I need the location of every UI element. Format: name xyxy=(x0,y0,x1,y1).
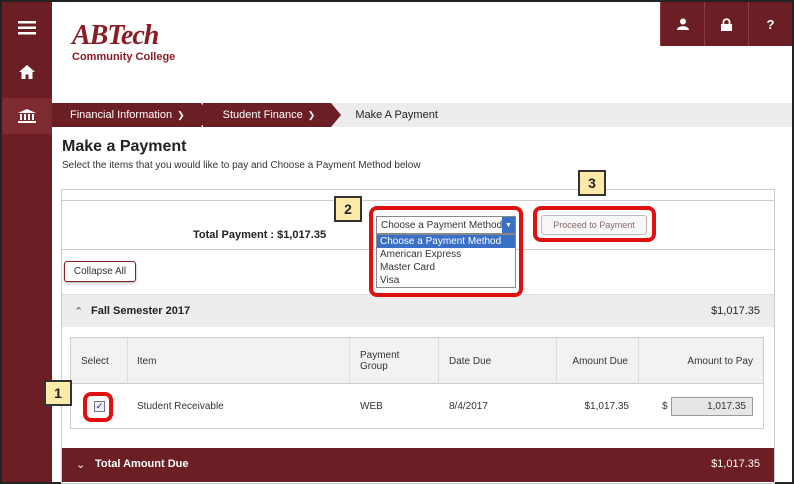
hamburger-menu-icon[interactable] xyxy=(2,10,52,46)
user-icon[interactable] xyxy=(660,2,704,46)
column-header-select: Select xyxy=(71,338,128,384)
column-header-amount-due: Amount Due xyxy=(557,338,639,384)
semester-title: Fall Semester 2017 xyxy=(91,305,191,317)
payment-table: Select Item Payment Group Date Due Amoun… xyxy=(70,337,764,429)
bank-icon[interactable] xyxy=(2,98,52,134)
cell-item: Student Receivable xyxy=(137,400,224,412)
highlight-ring-proceed xyxy=(533,206,656,242)
callout-step-2: 2 xyxy=(334,196,362,222)
total-amount-due-label: Total Amount Due xyxy=(95,458,189,470)
chevron-down-icon: ❯ xyxy=(177,109,185,120)
sidebar xyxy=(2,2,52,482)
top-icon-bar: ? xyxy=(660,2,792,46)
chevron-down-icon: ⌄ xyxy=(76,459,86,471)
page-subtitle: Select the items that you would like to … xyxy=(62,160,421,171)
header: ABTech Community College ? xyxy=(52,2,792,100)
college-logo[interactable]: ABTech Community College xyxy=(72,20,176,64)
breadcrumb-current: Make A Payment xyxy=(355,109,438,121)
chevron-down-icon: ❯ xyxy=(307,109,316,120)
total-amount-due-bar[interactable]: ⌄ Total Amount Due $1,017.35 xyxy=(62,448,774,482)
breadcrumb-financial-information[interactable]: Financial Information ❯ xyxy=(52,103,211,127)
total-payment-label: Total Payment : $1,017.35 xyxy=(193,229,327,241)
breadcrumb: Financial Information ❯ Student Finance … xyxy=(52,103,792,127)
lock-icon[interactable] xyxy=(704,2,748,46)
currency-symbol: $ xyxy=(662,401,668,412)
highlight-ring-checkbox xyxy=(83,392,113,422)
home-icon[interactable] xyxy=(2,54,52,90)
semester-header[interactable]: ⌃ Fall Semester 2017 $1,017.35 xyxy=(62,294,774,327)
callout-step-1: 1 xyxy=(44,380,72,406)
help-glyph: ? xyxy=(766,16,775,32)
breadcrumb-student-finance[interactable]: Student Finance ❯ xyxy=(202,103,341,127)
breadcrumb-label: Financial Information xyxy=(70,109,173,121)
column-header-payment-group: Payment Group xyxy=(350,338,439,384)
logo-sub-text: Community College xyxy=(72,51,176,63)
amount-to-pay-input[interactable]: 1,017.35 xyxy=(671,397,753,416)
table-header: Select Item Payment Group Date Due Amoun… xyxy=(71,338,763,384)
column-header-amount-to-pay: Amount to Pay xyxy=(687,355,753,367)
callout-step-3: 3 xyxy=(578,170,606,196)
help-icon[interactable]: ? xyxy=(748,2,792,46)
cell-date-due: 8/4/2017 xyxy=(449,400,488,412)
page-title: Make a Payment xyxy=(62,138,187,155)
highlight-ring-payment-method xyxy=(369,206,523,297)
collapse-all-button[interactable]: Collapse All xyxy=(64,261,136,282)
column-header-item: Item xyxy=(128,338,350,384)
cell-payment-group: WEB xyxy=(360,400,383,412)
column-header-date-due: Date Due xyxy=(439,338,557,384)
semester-amount: $1,017.35 xyxy=(711,305,760,317)
total-amount-due-value: $1,017.35 xyxy=(711,458,760,470)
logo-main-text: ABTech xyxy=(72,20,159,51)
chevron-up-icon: ⌃ xyxy=(74,306,84,318)
breadcrumb-label: Student Finance xyxy=(222,109,303,121)
cell-amount-due: $1,017.35 xyxy=(584,400,630,412)
